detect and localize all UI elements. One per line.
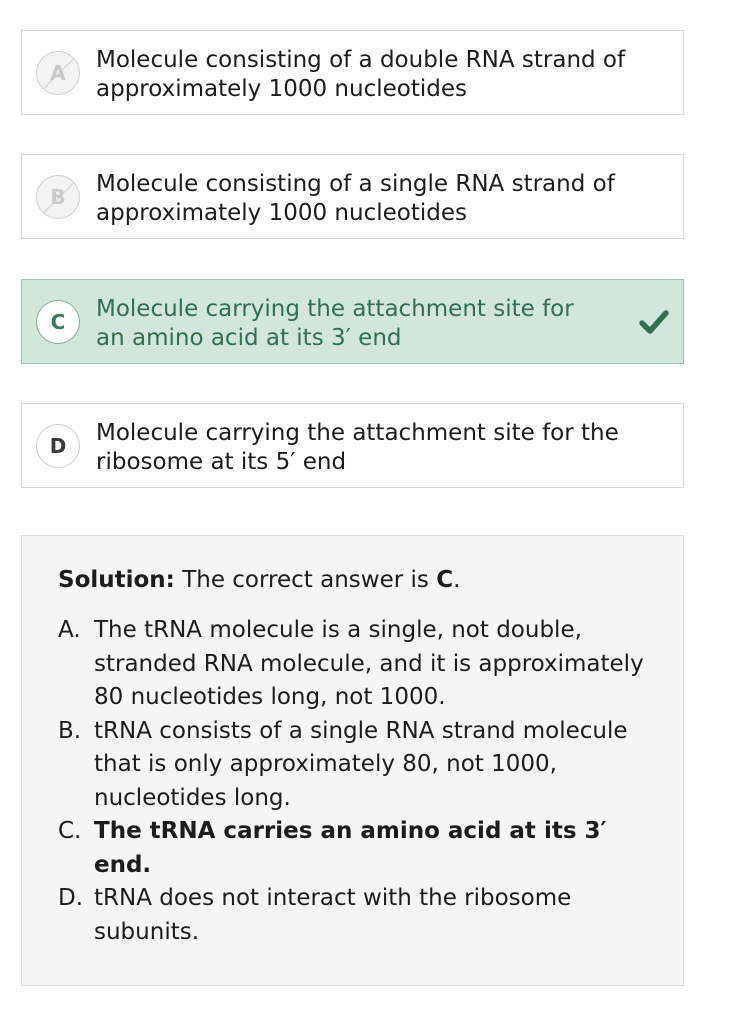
option-letter-badge-c[interactable]: C <box>36 300 80 344</box>
option-text-c: Molecule carrying the attachment site fo… <box>96 296 574 351</box>
option-text-b: Molecule consisting of a single RNA stra… <box>96 171 615 226</box>
explanation-text: The tRNA molecule is a single, not doubl… <box>94 617 644 710</box>
option-letter-b: B <box>50 185 66 209</box>
explanation-marker: C. <box>58 818 82 844</box>
explanation-text: tRNA consists of a single RNA strand mol… <box>94 717 628 811</box>
option-letter-c: C <box>50 310 66 334</box>
explanation-list: A. The tRNA molecule is a single, not do… <box>58 614 658 949</box>
option-text-d: Molecule carrying the attachment site fo… <box>96 420 619 475</box>
solution-end: . <box>453 567 461 593</box>
explanation-marker: A. <box>58 617 81 643</box>
solution-panel: Solution: The correct answer is C. A. Th… <box>21 535 684 986</box>
explanation-item-d: D. tRNA does not interact with the ribos… <box>58 882 658 949</box>
explanation-item-b: B. tRNA consists of a single RNA strand … <box>58 715 658 816</box>
option-letter-badge-b[interactable]: B <box>36 175 80 219</box>
solution-intro: The correct answer is <box>174 567 437 593</box>
solution-answer-letter: C <box>436 567 454 593</box>
explanation-text: The tRNA carries an amino acid at its 3′… <box>94 818 607 878</box>
checkmark-icon <box>639 310 669 334</box>
option-letter-badge-a[interactable]: A <box>36 51 80 95</box>
answer-option-d[interactable]: D Molecule carrying the attachment site … <box>21 403 684 488</box>
explanation-item-c: C. The tRNA carries an amino acid at its… <box>58 815 658 882</box>
solution-header: Solution: The correct answer is C. <box>58 565 460 595</box>
option-letter-badge-d[interactable]: D <box>36 424 80 468</box>
explanation-text: tRNA does not interact with the ribosome… <box>94 885 572 945</box>
answer-option-b[interactable]: B Molecule consisting of a single RNA st… <box>21 154 684 239</box>
explanation-marker: B. <box>58 717 82 744</box>
explanation-item-a: A. The tRNA molecule is a single, not do… <box>58 614 658 715</box>
option-letter-a: A <box>50 61 66 85</box>
option-letter-d: D <box>49 434 67 458</box>
solution-label: Solution: <box>58 567 175 593</box>
explanation-marker: D. <box>58 885 84 911</box>
answer-option-c[interactable]: C Molecule carrying the attachment site … <box>21 279 684 364</box>
option-text-a: Molecule consisting of a double RNA stra… <box>96 47 626 102</box>
answer-option-a[interactable]: A Molecule consisting of a double RNA st… <box>21 30 684 115</box>
